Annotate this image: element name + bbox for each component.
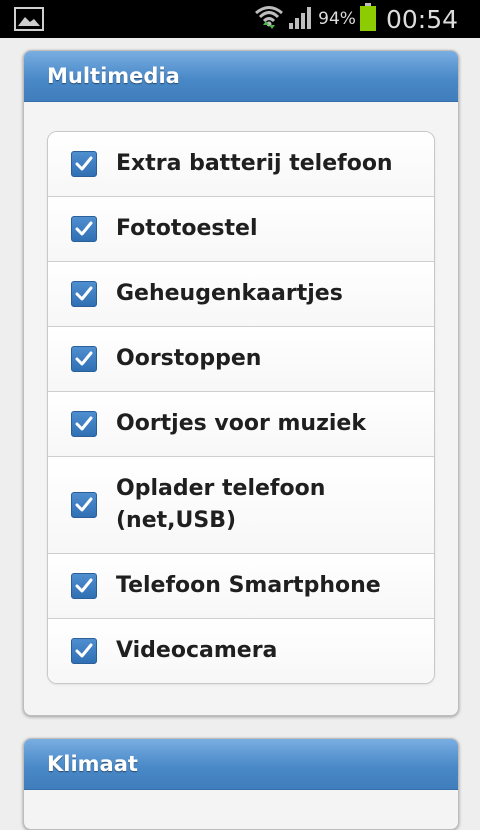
checkmark-icon — [75, 221, 93, 236]
status-bar: 94% 00:54 — [0, 0, 480, 38]
checkmark-icon — [75, 286, 93, 301]
image-notification-icon — [14, 7, 44, 35]
section-header-klimaat[interactable]: Klimaat — [24, 739, 458, 790]
checkmark-icon — [75, 156, 93, 171]
checkbox[interactable] — [71, 281, 97, 307]
checkmark-icon — [75, 578, 93, 593]
checkbox[interactable] — [71, 151, 97, 177]
battery-percent: 94% — [318, 9, 356, 29]
list-item[interactable]: Extra batterij telefoon — [48, 132, 434, 196]
checkmark-icon — [75, 497, 93, 512]
item-label: Oorstoppen — [116, 346, 262, 371]
checkbox[interactable] — [71, 216, 97, 242]
checkbox[interactable] — [71, 638, 97, 664]
item-label: Oplader telefoon (net,USB) — [116, 476, 326, 533]
item-label: Telefoon Smartphone — [116, 573, 381, 598]
section-klimaat: Klimaat — [23, 738, 459, 830]
wifi-icon — [254, 3, 284, 35]
section-header-multimedia[interactable]: Multimedia — [24, 51, 458, 102]
checkbox[interactable] — [71, 492, 97, 518]
section-multimedia: Multimedia Extra batterij telefoon Fotot… — [23, 50, 459, 716]
battery-icon — [359, 3, 376, 35]
list-item[interactable]: Geheugenkaartjes — [48, 261, 434, 326]
checklist: Extra batterij telefoon Fototoestel Gehe… — [47, 131, 435, 684]
signal-icon — [288, 4, 314, 34]
item-label: Geheugenkaartjes — [116, 281, 343, 306]
checkbox[interactable] — [71, 573, 97, 599]
clock: 00:54 — [385, 4, 458, 34]
item-label: Fototoestel — [116, 216, 258, 241]
list-item[interactable]: Oortjes voor muziek — [48, 391, 434, 456]
checkbox[interactable] — [71, 411, 97, 437]
item-label: Extra batterij telefoon — [116, 151, 393, 176]
checkmark-icon — [75, 643, 93, 658]
list-item[interactable]: Oplader telefoon (net,USB) — [48, 456, 434, 553]
list-item[interactable]: Telefoon Smartphone — [48, 553, 434, 618]
list-item[interactable]: Oorstoppen — [48, 326, 434, 391]
checkmark-icon — [75, 416, 93, 431]
checkbox[interactable] — [71, 346, 97, 372]
list-item[interactable]: Fototoestel — [48, 196, 434, 261]
list-item[interactable]: Videocamera — [48, 618, 434, 683]
item-label: Oortjes voor muziek — [116, 411, 366, 436]
checkmark-icon — [75, 351, 93, 366]
item-label: Videocamera — [116, 638, 278, 663]
